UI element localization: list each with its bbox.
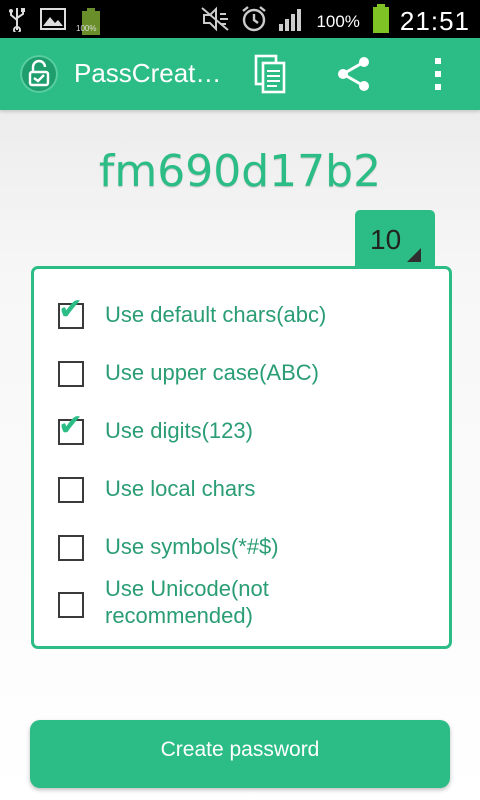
checkbox[interactable]: ✔ [58,411,84,445]
option-label: Use symbols(*#$) [105,534,279,559]
option-digits[interactable]: ✔ Use digits(123) [34,411,449,445]
option-label-line2: recommended) [105,603,253,628]
checkbox[interactable]: ✔ [58,295,84,329]
battery-full-small-icon: 100% [76,7,102,36]
alarm-icon [240,5,268,38]
checkbox[interactable]: ✔ [58,361,84,387]
checkmark-icon: ✔ [58,408,84,443]
option-default-chars[interactable]: ✔ Use default chars(abc) [34,295,449,329]
app-title: PassCreat… [74,58,222,88]
checkbox[interactable]: ✔ [58,592,84,618]
checkbox[interactable]: ✔ [58,477,84,503]
option-label: Use digits(123) [105,418,253,443]
length-value: 10 [370,224,402,255]
option-label-line1: Use Unicode(not [105,576,269,601]
option-label: Use local chars [105,476,256,501]
signal-icon [278,6,306,37]
checkbox[interactable]: ✔ [58,535,84,561]
checkmark-icon: ✔ [58,292,84,327]
option-symbols[interactable]: ✔ Use symbols(*#$) [34,531,449,561]
option-unicode[interactable]: ✔ Use Unicode(not recommended) [34,575,449,631]
option-label: Use default chars(abc) [105,302,327,327]
status-right-icons: 100% 21:51 [200,4,470,39]
share-icon[interactable] [332,52,376,96]
generated-password[interactable]: fm690d17b2 [0,146,480,197]
copy-icon[interactable] [248,52,292,96]
option-label: Use Unicode(not recommended) [105,575,269,629]
lock-logo-icon[interactable] [20,55,58,93]
create-password-button[interactable]: Create password [30,720,450,788]
status-bar: 100% 100% 21:51 [0,0,480,38]
option-upper-case[interactable]: ✔ Use upper case(ABC) [34,357,449,387]
usb-icon [8,6,26,37]
battery-charging-icon [372,4,390,39]
image-icon [40,7,66,36]
mute-icon [200,6,230,37]
option-local-chars[interactable]: ✔ Use local chars [34,473,449,503]
small-battery-label: 100% [76,23,97,33]
app-bar: PassCreat… [0,38,480,110]
clock: 21:51 [399,6,470,36]
length-spinner[interactable]: 10 [355,210,435,266]
options-panel: ✔ Use default chars(abc) ✔ Use upper cas… [31,266,452,649]
battery-percent: 100% [316,11,360,31]
dropdown-corner-icon [407,248,421,262]
status-left-icons: 100% [8,6,102,37]
option-label: Use upper case(ABC) [105,360,319,385]
more-vert-icon[interactable] [416,52,460,96]
